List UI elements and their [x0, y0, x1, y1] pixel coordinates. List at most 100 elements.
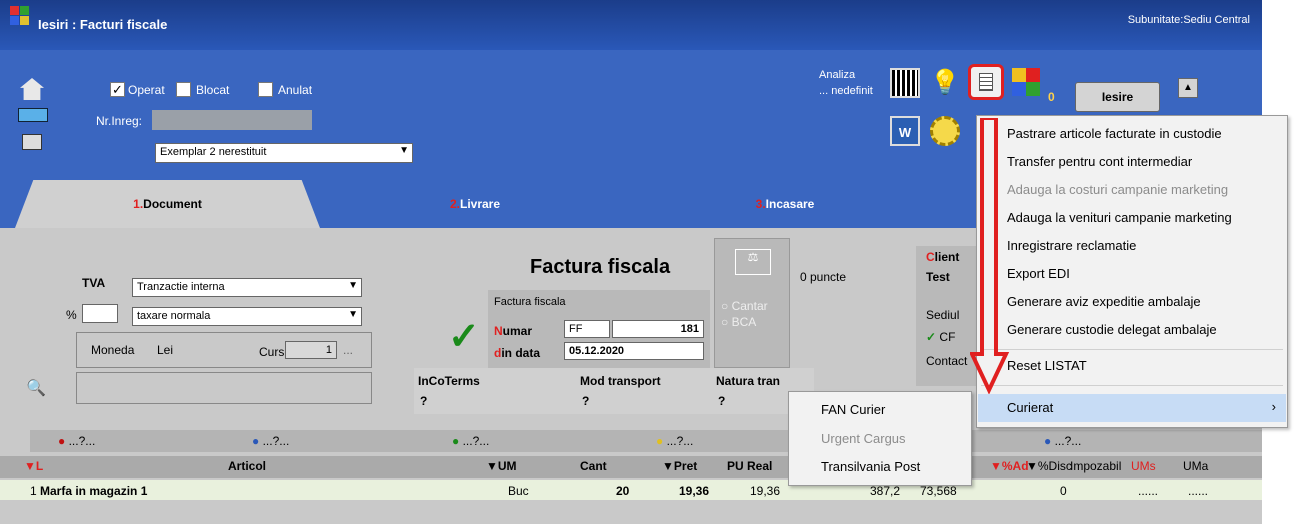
col-pret[interactable]: ▼Pret: [662, 459, 697, 473]
moneda-value: Lei: [157, 343, 174, 357]
menu-item-costuri: Adauga la costuri campanie marketing: [1007, 182, 1229, 197]
pct-field[interactable]: [82, 304, 118, 323]
tab-document[interactable]: 1.Document: [15, 180, 320, 228]
menu-item-export-edi[interactable]: Export EDI: [1007, 266, 1070, 281]
sediul-label[interactable]: Sediul: [926, 308, 959, 322]
printer-icon[interactable]: [22, 134, 42, 150]
tab-incasare[interactable]: 3.Incasare: [640, 180, 930, 228]
chevron-right-icon: ›: [1271, 399, 1276, 414]
menu-item-transfer[interactable]: Transfer pentru cont intermediar: [1007, 154, 1192, 169]
curs-ellipsis[interactable]: ...: [343, 343, 353, 357]
col-disc-text: %Disc: [1037, 459, 1072, 473]
refresh-icon[interactable]: [930, 116, 960, 146]
menu-item-custodie[interactable]: Pastrare articole facturate in custodie: [1007, 126, 1222, 141]
table-row[interactable]: [0, 480, 1262, 500]
factura-sub-label: Factura fiscala: [494, 296, 566, 308]
rubiks-cube-icon[interactable]: [1012, 68, 1040, 96]
curs-label: Curs: [259, 345, 285, 359]
scroll-up-button[interactable]: ▲: [1178, 78, 1198, 98]
col-articol[interactable]: Articol: [228, 459, 266, 473]
barcode-icon[interactable]: [890, 68, 920, 98]
factura-title: Factura fiscala: [530, 256, 671, 278]
pct-label: %: [66, 308, 77, 322]
din-rest: in data: [501, 346, 541, 360]
row-val: 387,2: [870, 484, 901, 498]
col-ums[interactable]: UMs: [1131, 459, 1156, 473]
document-list-icon[interactable]: [968, 64, 1004, 100]
col-ad-text: %Ad: [1001, 459, 1029, 473]
menu-item-custodie-delegat[interactable]: Generare custodie delegat ambalaje: [1007, 322, 1217, 337]
operat-checkbox[interactable]: ✓: [110, 82, 125, 97]
col-l[interactable]: ▼L: [24, 459, 43, 473]
nr-inreg-field[interactable]: [152, 110, 312, 130]
legend-yellow: ● ...?...: [656, 434, 694, 448]
curierat-label: Curierat: [1007, 400, 1054, 415]
lightbulb-icon[interactable]: 💡: [930, 68, 960, 98]
book-icon[interactable]: [18, 108, 48, 122]
cantar-box: ⚖ ○ Cantar ○ BCA: [714, 238, 790, 368]
col-ad[interactable]: ▼%Ad: [990, 459, 1029, 473]
analiza-label: Analiza: [819, 69, 856, 81]
menu-item-aviz[interactable]: Generare aviz expeditie ambalaje: [1007, 294, 1201, 309]
submenu-transilvania-post[interactable]: Transilvania Post: [821, 459, 920, 474]
data-field[interactable]: 05.12.2020: [564, 342, 704, 360]
cf-label: ✓ CF: [926, 330, 956, 344]
mod-transport-label: Mod transport: [580, 374, 661, 388]
natura-label: Natura tran: [716, 374, 781, 388]
row-cant[interactable]: 20: [616, 484, 629, 498]
submenu-urgent-cargus: Urgent Cargus: [821, 431, 906, 446]
mod-transport-value[interactable]: ?: [582, 394, 589, 408]
row-pret[interactable]: 19,36: [679, 484, 709, 498]
contact-label[interactable]: Contact: [926, 354, 967, 368]
serie-field[interactable]: FF: [564, 320, 610, 338]
word-icon[interactable]: W: [890, 116, 920, 146]
menu-item-curierat[interactable]: Curierat ›: [978, 394, 1286, 422]
row-articol[interactable]: Marfa in magazin 1: [40, 484, 147, 498]
tab-livrare-label: Livrare: [459, 197, 501, 211]
row-ums[interactable]: ......: [1138, 484, 1158, 498]
anulat-label: Anulat: [278, 83, 313, 97]
row-um[interactable]: Buc: [508, 484, 529, 498]
transport-bar: InCoTerms ? Mod transport ? Natura tran …: [414, 368, 814, 414]
numar-rest: umar: [502, 324, 533, 338]
client-label: Client: [926, 250, 959, 264]
analiza-box[interactable]: Analiza ... nedefinit: [810, 65, 885, 115]
blocat-checkbox[interactable]: [176, 82, 191, 97]
search-area: [76, 372, 372, 404]
col-cant[interactable]: Cant: [580, 459, 607, 473]
legend-blue-text: ...?...: [262, 434, 290, 448]
taxare-select[interactable]: taxare normala ▼: [132, 307, 362, 326]
submenu-fan-curier[interactable]: FAN Curier: [821, 402, 885, 417]
col-impozabil[interactable]: Impozabil: [1070, 459, 1121, 473]
col-uma[interactable]: UMa: [1183, 459, 1208, 473]
col-um[interactable]: ▼UM: [486, 459, 517, 473]
incoterms-value[interactable]: ?: [420, 394, 427, 408]
cantar-radio[interactable]: ○ Cantar: [721, 299, 768, 313]
curs-field[interactable]: 1: [285, 341, 337, 359]
exemplar-select[interactable]: Exemplar 2 nerestituit ▼: [155, 143, 413, 163]
row-impozabil[interactable]: 0: [1060, 484, 1067, 498]
moneda-label: Moneda: [91, 343, 135, 357]
row-uma[interactable]: ......: [1188, 484, 1208, 498]
natura-value[interactable]: ?: [718, 394, 725, 408]
anulat-checkbox[interactable]: [258, 82, 273, 97]
home-icon[interactable]: [20, 78, 44, 100]
tranzactie-select[interactable]: Tranzactie interna ▼: [132, 278, 362, 297]
menu-item-reclamatie[interactable]: Inregistrare reclamatie: [1007, 238, 1136, 253]
col-pureal[interactable]: PU Real: [727, 459, 772, 473]
legend-green: ● ...?...: [452, 434, 490, 448]
tab-livrare[interactable]: 2.Livrare: [330, 180, 620, 228]
numar-field[interactable]: 181: [612, 320, 704, 338]
search-icon[interactable]: 🔍: [26, 378, 46, 398]
legend-red: ● ...?...: [58, 434, 96, 448]
col-disc[interactable]: ▼%Disc: [1026, 459, 1072, 473]
tab-document-num: 1.: [133, 197, 144, 211]
bca-radio[interactable]: ○ BCA: [721, 315, 756, 329]
menu-item-venituri[interactable]: Adauga la venituri campanie marketing: [1007, 210, 1232, 225]
col-pret-text: Pret: [673, 459, 698, 473]
legend-bar: ● ...?... ● ...?... ● ...?... ● ...?... …: [30, 430, 1262, 452]
menu-item-reset-listat[interactable]: Reset LISTAT: [1007, 358, 1087, 373]
operat-label: Operat: [128, 83, 165, 97]
legend-yellow-text: ...?...: [666, 434, 694, 448]
iesire-button[interactable]: Iesire: [1075, 82, 1160, 112]
